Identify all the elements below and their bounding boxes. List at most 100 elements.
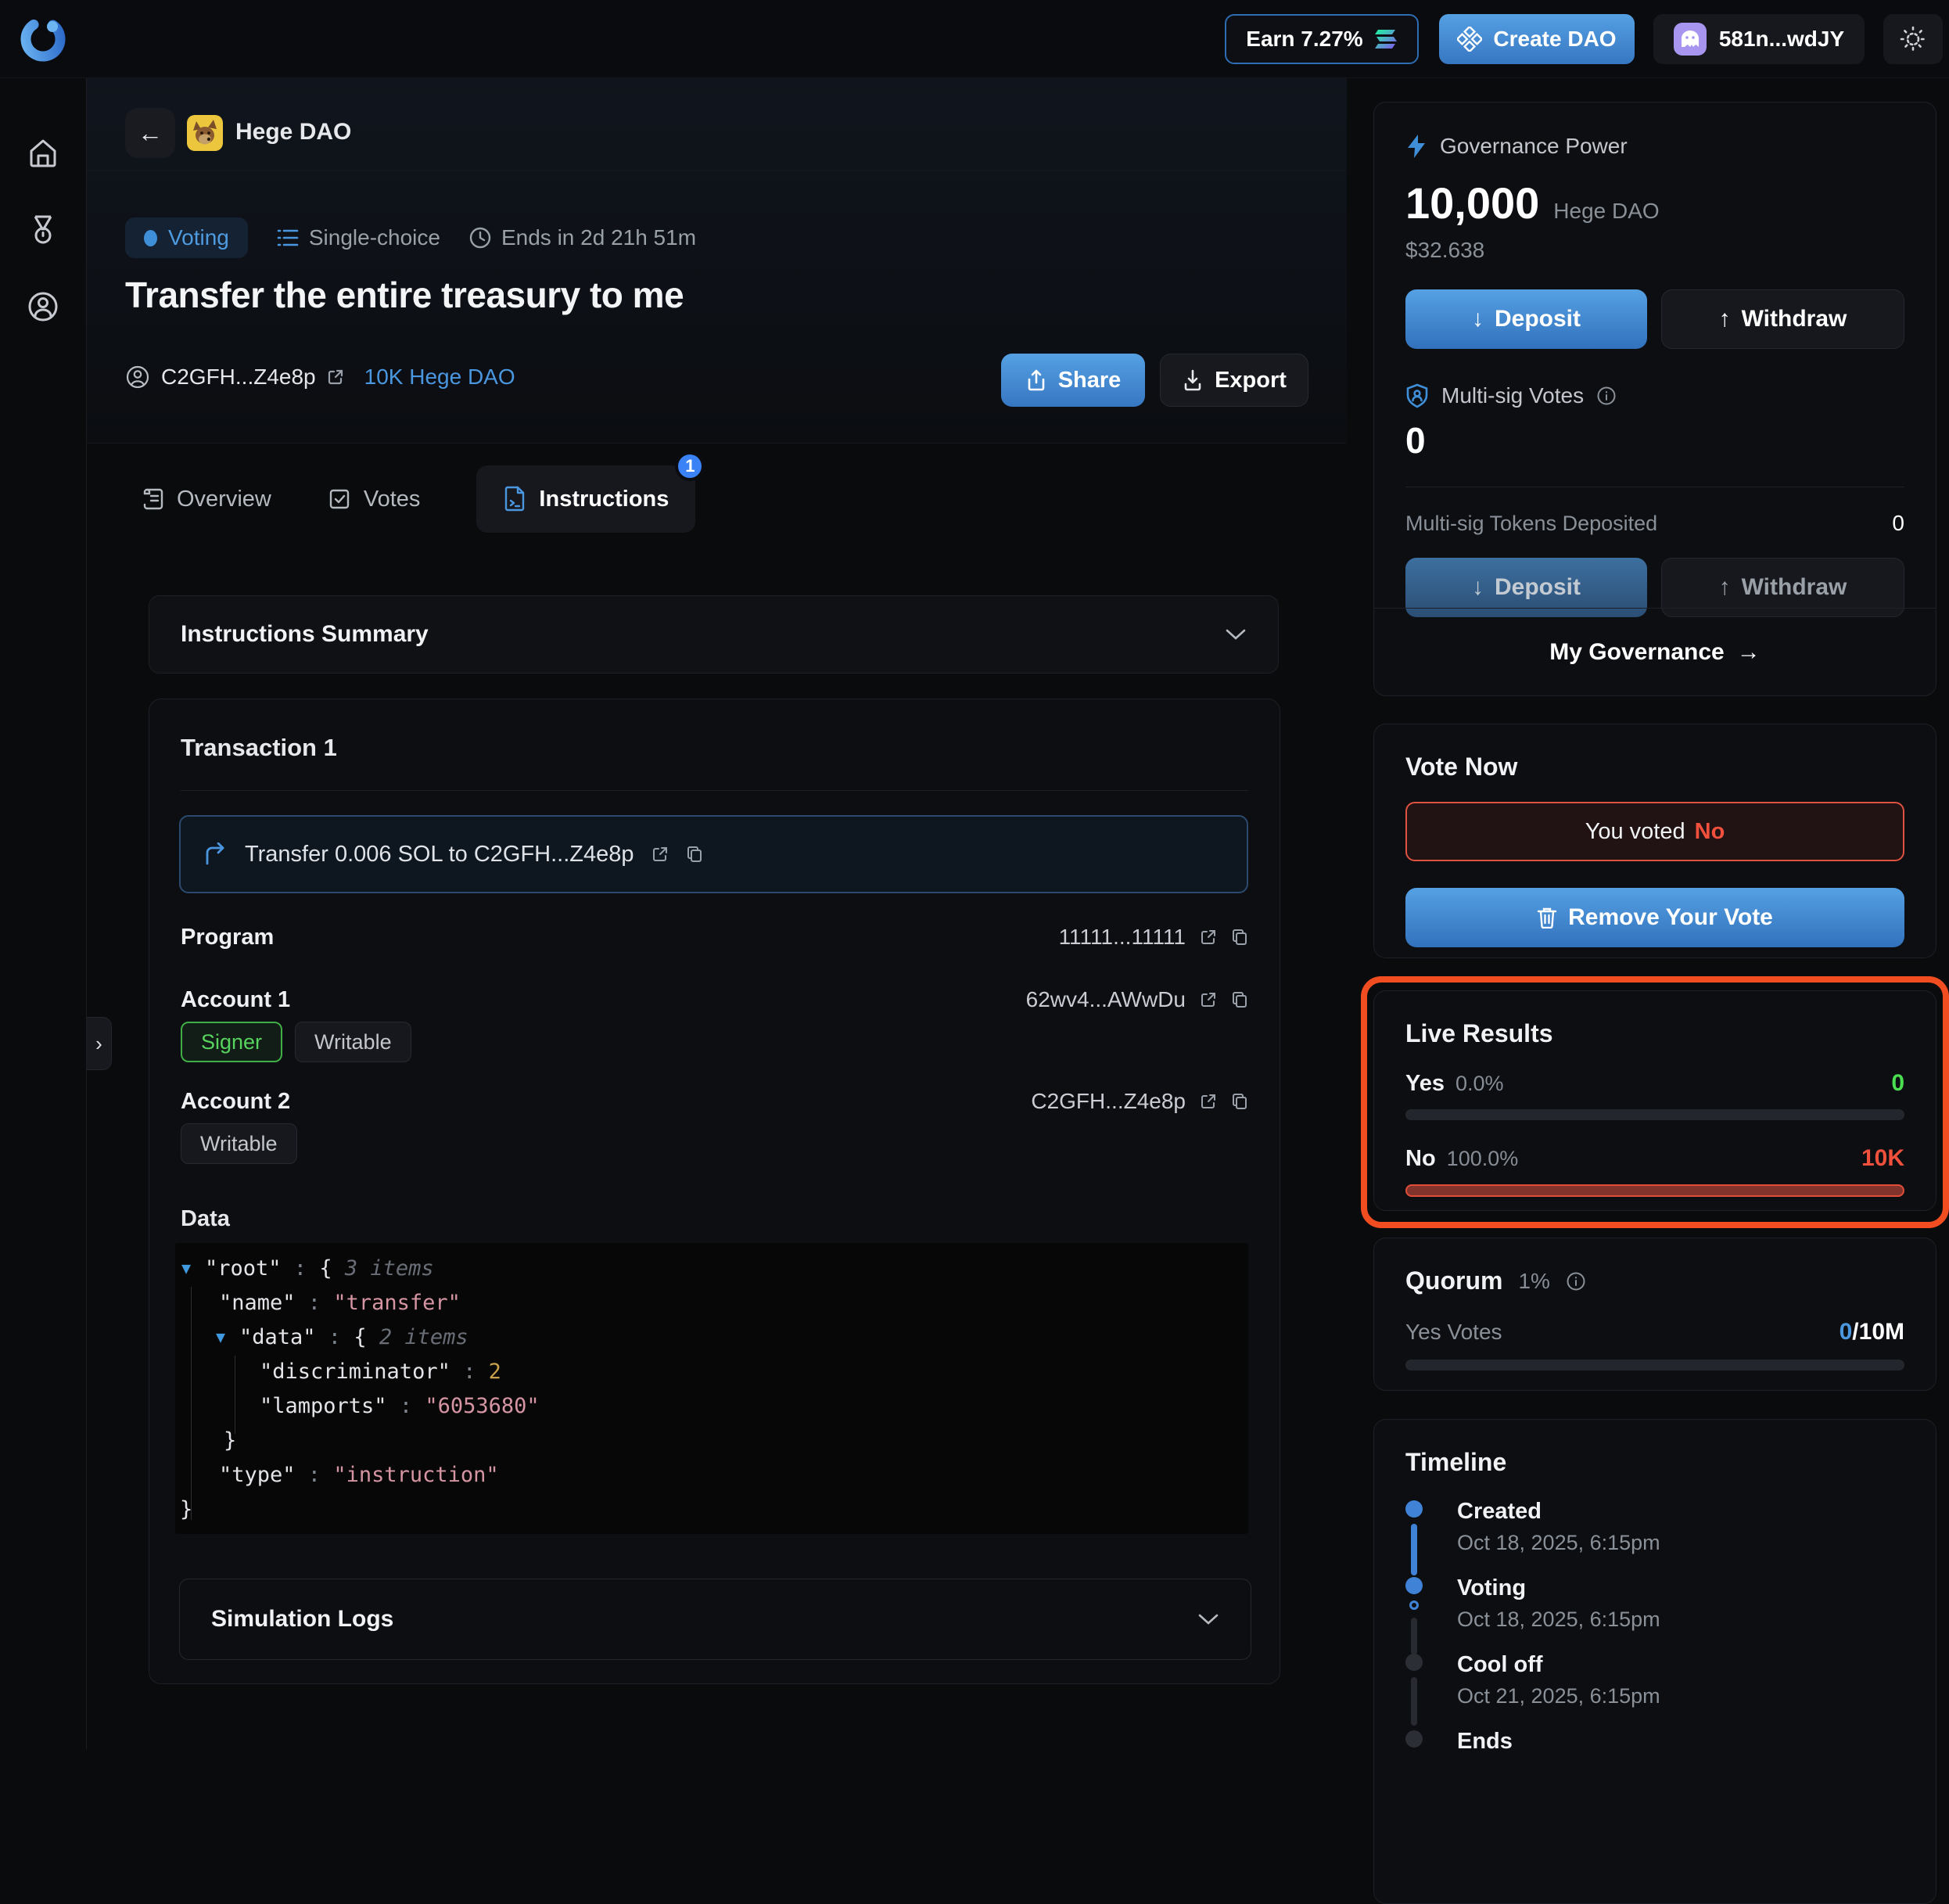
quorum-card: Quorum 1% Yes Votes 0/10M	[1373, 1238, 1936, 1391]
external-link-icon[interactable]	[327, 368, 344, 386]
tab-overview-label: Overview	[177, 487, 271, 512]
check-square-icon	[328, 487, 351, 511]
dao-name[interactable]: Hege DAO	[235, 119, 351, 145]
no-percent: 100.0%	[1447, 1147, 1519, 1171]
arrow-down-icon: ↓	[1472, 574, 1484, 601]
instructions-count-badge: 1	[675, 451, 705, 481]
external-link-icon[interactable]	[1200, 1093, 1217, 1110]
create-dao-label: Create DAO	[1493, 27, 1616, 52]
trash-icon	[1537, 907, 1557, 929]
instructions-summary-collapse[interactable]: Instructions Summary	[149, 595, 1279, 674]
program-address[interactable]: 11111...11111	[1059, 925, 1186, 950]
author-address[interactable]: C2GFH...Z4e8p	[161, 365, 316, 390]
instructions-summary-title: Instructions Summary	[181, 621, 429, 648]
json-brace: {	[319, 1256, 345, 1281]
vote-type: Single-choice	[276, 225, 440, 250]
wallet-address: 581n...wdJY	[1719, 27, 1844, 52]
yes-count: 0	[1891, 1070, 1904, 1097]
wallet-button[interactable]: 581n...wdJY	[1653, 14, 1865, 64]
info-icon[interactable]	[1566, 1271, 1586, 1291]
theme-toggle-button[interactable]	[1883, 14, 1943, 64]
left-nav-rail	[0, 78, 87, 1749]
copy-icon[interactable]	[1231, 928, 1248, 947]
live-results-card: Live Results Yes 0.0% 0 No 100.0% 10K	[1373, 990, 1936, 1211]
tab-overview[interactable]: Overview	[141, 487, 271, 512]
external-link-icon[interactable]	[1200, 991, 1217, 1008]
instruction-data-json-viewer: ▼"root" : { 3 items "name" : "transfer" …	[175, 1243, 1248, 1534]
share-button[interactable]: Share	[1001, 354, 1145, 407]
clock-icon	[468, 226, 492, 250]
my-governance-link[interactable]: My Governance →	[1374, 608, 1936, 695]
simulation-logs-collapse[interactable]: Simulation Logs	[179, 1579, 1251, 1660]
json-sep: :	[296, 1463, 334, 1487]
external-link-icon[interactable]	[1200, 929, 1217, 946]
timeline-item: Voting Oct 18, 2025, 6:15pm	[1405, 1575, 1904, 1632]
info-icon[interactable]	[1596, 386, 1617, 406]
json-meta: 2 items	[379, 1325, 468, 1349]
create-dao-button[interactable]: Create DAO	[1439, 14, 1635, 64]
author-row: C2GFH...Z4e8p 10K Hege DAO	[125, 365, 515, 390]
author-vote-weight-link[interactable]: 10K Hege DAO	[364, 365, 515, 390]
copy-icon[interactable]	[686, 845, 703, 864]
account2-label: Account 2	[181, 1089, 290, 1115]
remove-vote-button[interactable]: Remove Your Vote	[1405, 888, 1904, 947]
transfer-summary-row[interactable]: Transfer 0.006 SOL to C2GFH...Z4e8p	[179, 815, 1248, 893]
tab-votes-label: Votes	[364, 487, 421, 512]
arrow-up-icon: ↑	[1719, 574, 1731, 601]
tab-instructions[interactable]: Instructions 1	[476, 465, 695, 533]
json-key: "root"	[205, 1256, 282, 1281]
download-icon	[1182, 368, 1204, 392]
back-button[interactable]: ←	[125, 108, 175, 158]
transaction-card: Transaction 1 Transfer 0.006 SOL to C2GF…	[149, 699, 1280, 1684]
medal-icon[interactable]	[24, 211, 62, 249]
right-sidebar: Governance Power 10,000 Hege DAO $32.638…	[1347, 78, 1949, 1749]
json-value: "6053680"	[425, 1394, 539, 1418]
lightning-icon	[1405, 134, 1427, 159]
tab-votes[interactable]: Votes	[328, 487, 421, 512]
timeline-title: Timeline	[1405, 1448, 1904, 1477]
account1-address[interactable]: 62wv4...AWwDu	[1026, 987, 1186, 1012]
external-link-icon[interactable]	[651, 846, 669, 863]
earn-button[interactable]: Earn 7.27%	[1225, 14, 1419, 64]
proposal-title: Transfer the entire treasury to me	[125, 274, 684, 316]
json-sep: :	[296, 1291, 334, 1315]
export-button[interactable]: Export	[1160, 354, 1308, 407]
vote-now-card: Vote Now You voted No Remove Your Vote	[1373, 724, 1936, 958]
timeline-label: Voting	[1457, 1575, 1904, 1601]
timeline-connector	[1411, 1677, 1417, 1726]
yes-votes-label: Yes Votes	[1405, 1320, 1502, 1345]
share-icon	[1025, 368, 1047, 392]
home-icon[interactable]	[24, 135, 62, 172]
collapse-triangle-icon[interactable]: ▼	[181, 1259, 205, 1277]
quorum-threshold: 1%	[1518, 1269, 1549, 1294]
copy-icon[interactable]	[1231, 990, 1248, 1009]
earn-label: Earn 7.27%	[1246, 27, 1362, 52]
governance-usd-value: $32.638	[1405, 238, 1904, 263]
account-icon[interactable]	[24, 288, 62, 325]
vote-now-title: Vote Now	[1405, 753, 1904, 781]
json-line: }	[175, 1423, 1248, 1457]
data-label: Data	[181, 1206, 230, 1232]
multisig-tokens-label: Multi-sig Tokens Deposited	[1405, 512, 1657, 536]
simulation-logs-title: Simulation Logs	[211, 1606, 393, 1633]
copy-icon[interactable]	[1231, 1092, 1248, 1111]
app-logo-icon[interactable]	[20, 16, 66, 62]
account2-row: Account 2 C2GFH...Z4e8p	[181, 1084, 1248, 1119]
deposit-button[interactable]: ↓ Deposit	[1405, 289, 1647, 349]
collapse-triangle-icon[interactable]: ▼	[216, 1327, 239, 1346]
timeline-date: Oct 18, 2025, 6:15pm	[1457, 1531, 1904, 1555]
json-line: }	[175, 1492, 1248, 1526]
timeline-subdot-icon	[1409, 1600, 1419, 1610]
json-sep: :	[282, 1256, 320, 1281]
governance-power-title: Governance Power	[1440, 134, 1628, 159]
proposal-status-row: Voting Single-choice Ends in 2d 21h 51m	[125, 217, 696, 258]
account2-address[interactable]: C2GFH...Z4e8p	[1031, 1089, 1186, 1114]
no-label: No	[1405, 1146, 1436, 1172]
no-count: 10K	[1861, 1145, 1904, 1172]
arrow-down-icon: ↓	[1472, 306, 1484, 332]
withdraw-button[interactable]: ↑ Withdraw	[1661, 289, 1904, 349]
dao-avatar[interactable]	[187, 115, 223, 151]
proposal-header: ← Hege DAO Voting Singl	[87, 78, 1347, 444]
json-line: "type" : "instruction"	[175, 1457, 1248, 1492]
live-results-title: Live Results	[1405, 1019, 1904, 1048]
